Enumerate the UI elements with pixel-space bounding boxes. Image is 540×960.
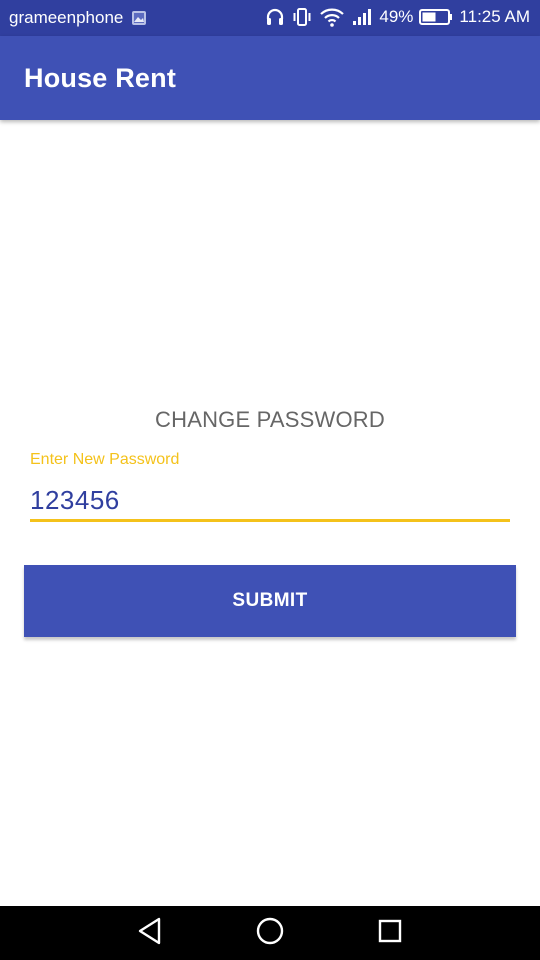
image-icon [131,10,147,26]
battery-percent: 49% [379,7,414,26]
headphones-icon [265,7,285,27]
home-button[interactable] [252,916,288,950]
carrier-name: grameenphone [9,8,124,27]
app-title: House Rent [24,63,177,93]
wifi-icon [319,7,345,27]
clock: 11:25 AM [459,7,530,26]
battery-icon [419,8,453,26]
home-icon [255,916,285,951]
status-left: grameenphone [9,8,147,28]
back-button[interactable] [132,916,168,950]
status-right: 49% 11:25 AM [265,7,530,27]
recents-button[interactable] [372,916,408,950]
new-password-label: Enter New Password [30,451,180,468]
submit-button[interactable]: SUBMIT [24,565,516,637]
status-bar: grameenphone 49% 11:25 AM [0,0,540,36]
recents-icon [376,917,404,950]
navigation-bar [0,906,540,960]
back-icon [136,916,164,951]
vibrate-icon [291,7,313,27]
change-password-heading: CHANGE PASSWORD [155,407,385,432]
screen: grameenphone 49% 11:25 AM House Rent CHA… [0,0,540,960]
app-bar: House Rent [0,36,540,120]
signal-icon [351,7,373,27]
new-password-input[interactable] [30,482,510,522]
